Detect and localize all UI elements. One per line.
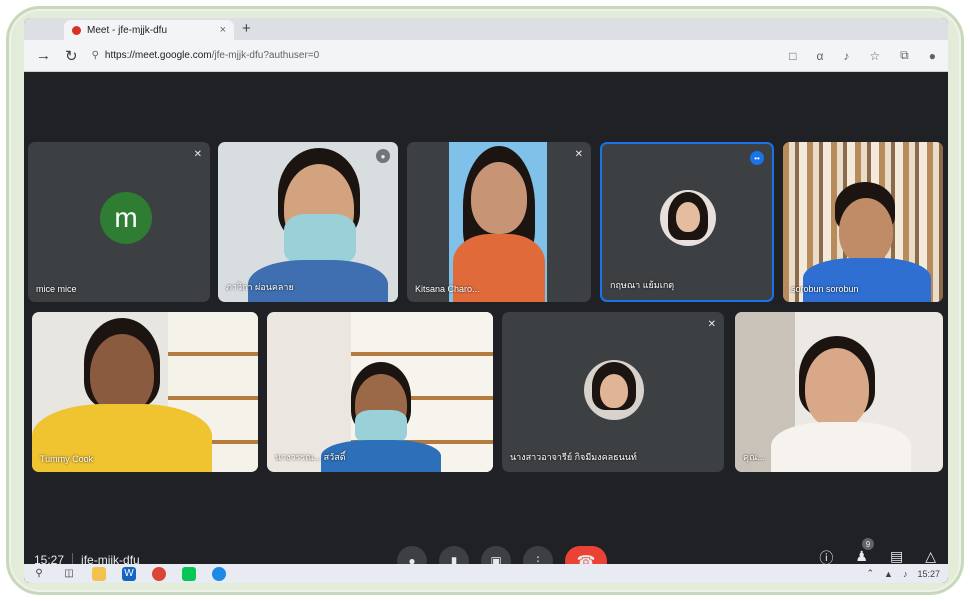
edge-icon[interactable] xyxy=(212,566,226,581)
arrow-left-icon[interactable]: → xyxy=(36,47,51,64)
address-bar: → ↻ ⚲ https://meet.google.com/jfe-mjjk-d… xyxy=(24,40,948,72)
participant-tile[interactable]: ✕ Kitsana Charo... xyxy=(407,142,591,302)
speaking-indicator-icon: •• xyxy=(750,151,764,165)
participant-tile[interactable]: ✕ นางสาวอาจารีย์ กิจมีมงคลธนนท์ xyxy=(502,312,724,472)
mic-off-icon: ✕ xyxy=(193,149,202,160)
tab-title: Meet - jfe-mjjk-dfu xyxy=(87,24,168,36)
tab-meet[interactable]: Meet - jfe-mjjk-dfu × xyxy=(64,20,234,40)
read-aloud-icon[interactable]: ♪ xyxy=(843,49,849,63)
avatar xyxy=(584,360,644,420)
participant-name: คุณ... xyxy=(743,452,765,462)
store-icon[interactable]: W xyxy=(122,566,136,581)
participant-tile[interactable]: m ✕ mice mice xyxy=(28,142,210,302)
mic-off-icon: ✕ xyxy=(574,149,583,160)
taskbar-clock[interactable]: 15:27 xyxy=(917,569,940,579)
collections-icon[interactable]: ⧉ xyxy=(900,48,909,63)
lock-icon: ⚲ xyxy=(91,50,99,61)
avatar: m xyxy=(100,192,152,244)
participant-name: sorobun sorobun xyxy=(791,284,859,294)
browser-window: Meet - jfe-mjjk-dfu × + → ↻ ⚲ https://me… xyxy=(24,18,948,583)
tab-strip: Meet - jfe-mjjk-dfu × + xyxy=(24,18,948,40)
avatar xyxy=(660,190,716,246)
url-path: /jfe-mjjk-dfu?authuser=0 xyxy=(211,50,320,61)
participant-name: Kitsana Charo... xyxy=(415,284,480,294)
mic-off-icon: ✕ xyxy=(707,319,716,330)
participant-tile[interactable]: Tummy Cook xyxy=(32,312,258,472)
people-count-badge: 9 xyxy=(861,538,874,550)
system-tray: ⌃ ▲ ♪ 15:27 xyxy=(867,568,941,579)
participant-tile[interactable]: sorobun sorobun xyxy=(783,142,943,302)
participant-tile[interactable]: ● ภาวิกา ผ่อนคลาย xyxy=(218,142,398,302)
os-taskbar: ⚲ ◫ W ⌃ ▲ ♪ 15:27 xyxy=(24,564,948,583)
new-tab-button[interactable]: + xyxy=(242,20,251,37)
profile-icon[interactable]: ● xyxy=(929,49,936,63)
volume-icon[interactable]: ♪ xyxy=(903,569,908,579)
tab-close-icon[interactable]: × xyxy=(220,24,226,36)
reload-icon[interactable]: ↻ xyxy=(65,47,78,65)
file-explorer-icon[interactable] xyxy=(92,566,106,581)
line-app-icon[interactable] xyxy=(182,566,196,581)
participant-name: mice mice xyxy=(36,284,77,294)
meet-stage: m ✕ mice mice ● ภาวิกา ผ่อนคลาย ✕ Kitsan… xyxy=(24,72,948,583)
participant-tile-speaking[interactable]: •• กฤษณา แย้มเกตุ xyxy=(600,142,774,302)
participant-name: กฤษณา แย้มเกตุ xyxy=(610,280,675,290)
meet-favicon-icon xyxy=(72,25,81,35)
chat-icon: ▤ xyxy=(889,548,904,564)
participant-name: Tummy Cook xyxy=(40,454,94,464)
people-icon: ♟ xyxy=(855,548,868,564)
chrome-icon[interactable] xyxy=(152,566,166,581)
search-icon[interactable]: ⚲ xyxy=(32,567,46,581)
favorite-star-icon[interactable]: ☆ xyxy=(869,49,880,63)
translate-icon[interactable]: α xyxy=(816,49,823,63)
participant-name: นางวรรณ... สวัสดิ์ xyxy=(275,452,346,462)
participant-tile[interactable]: คุณ... xyxy=(735,312,943,472)
mic-on-icon: ● xyxy=(376,149,390,163)
activities-icon: △ xyxy=(925,548,936,564)
participant-name: ภาวิกา ผ่อนคลาย xyxy=(226,282,294,292)
task-view-icon[interactable]: ◫ xyxy=(62,567,76,581)
url-host: https://meet.google.com xyxy=(104,50,212,61)
url-field[interactable]: ⚲ https://meet.google.com/jfe-mjjk-dfu?a… xyxy=(92,50,770,61)
camera-blocked-icon[interactable]: □ xyxy=(789,49,796,63)
participant-name: นางสาวอาจารีย์ กิจมีมงคลธนนท์ xyxy=(510,452,637,462)
tray-chevron-icon[interactable]: ⌃ xyxy=(867,568,875,579)
network-icon[interactable]: ▲ xyxy=(884,569,893,579)
participant-tile[interactable]: นางวรรณ... สวัสดิ์ xyxy=(267,312,493,472)
